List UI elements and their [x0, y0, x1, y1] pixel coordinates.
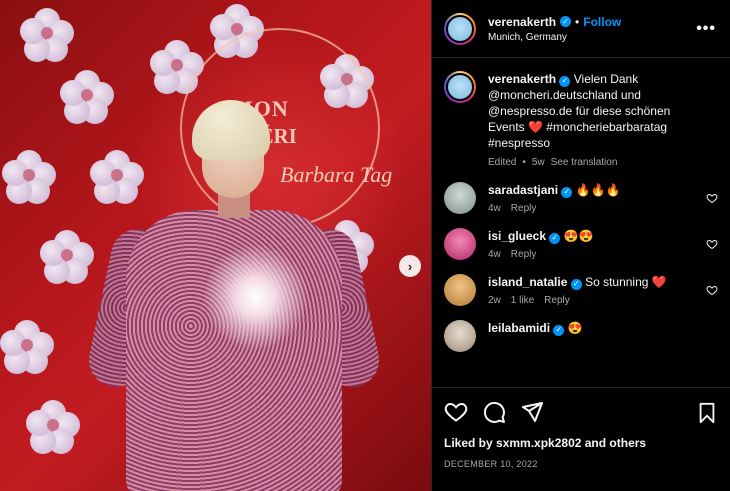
- author-avatar[interactable]: [444, 12, 476, 45]
- comment-text: 🔥🔥🔥: [575, 183, 621, 197]
- post-location[interactable]: Munich, Germany: [488, 32, 621, 43]
- commenter-avatar[interactable]: [444, 320, 476, 352]
- comment-age: 4w: [488, 203, 501, 214]
- post-header: verenakerth ✓ • Follow Munich, Germany •…: [432, 0, 730, 58]
- caption-username[interactable]: verenakerth: [488, 72, 556, 86]
- comment-text: 😍😍: [563, 229, 594, 243]
- caption-age: 5w: [531, 157, 545, 168]
- heart-icon[interactable]: [706, 192, 718, 204]
- see-translation-link[interactable]: See translation: [551, 157, 618, 168]
- bookmark-icon[interactable]: [696, 402, 718, 424]
- reply-button[interactable]: Reply: [544, 295, 570, 306]
- comment-item: island_natalie ✓ So stunning ❤️ 2w 1 lik…: [444, 274, 718, 306]
- comment-text: 😍: [567, 321, 583, 335]
- comment-text: So stunning ❤️: [585, 275, 667, 289]
- comments-list[interactable]: verenakerth ✓ Vielen Dank @moncheri.deut…: [432, 59, 730, 387]
- heart-icon[interactable]: [706, 238, 718, 250]
- next-photo-button[interactable]: ›: [399, 255, 421, 277]
- separator-dot: •: [522, 157, 526, 168]
- person-figure: [83, 92, 385, 491]
- commenter-avatar[interactable]: [444, 182, 476, 214]
- commenter-username[interactable]: leilabamidi: [488, 321, 550, 335]
- instagram-post-modal: MON CHÉRI Barbara Tag › verenakerth ✓ • …: [0, 0, 730, 491]
- post-actions: Liked by sxmm.xpk2802 and others DECEMBE…: [432, 387, 730, 491]
- verified-icon: ✓: [560, 16, 572, 27]
- person-hair: [192, 100, 270, 160]
- reply-button[interactable]: Reply: [511, 203, 537, 214]
- commenter-username[interactable]: isi_glueck: [488, 229, 546, 243]
- comment-age: 2w: [488, 295, 501, 306]
- heart-icon[interactable]: [444, 400, 468, 424]
- flower-decoration: [40, 230, 94, 284]
- commenter-avatar[interactable]: [444, 274, 476, 306]
- comment-item: saradastjani ✓ 🔥🔥🔥 4w Reply: [444, 182, 718, 214]
- heart-icon[interactable]: [706, 284, 718, 296]
- post-sidebar: verenakerth ✓ • Follow Munich, Germany •…: [431, 0, 730, 491]
- likes-suffix[interactable]: and others: [581, 436, 646, 450]
- commenter-username[interactable]: island_natalie: [488, 275, 567, 289]
- comment-icon[interactable]: [482, 400, 506, 424]
- caption-avatar[interactable]: [444, 71, 476, 103]
- chevron-right-icon: ›: [407, 258, 413, 274]
- post-caption: verenakerth ✓ Vielen Dank @moncheri.deut…: [444, 71, 718, 168]
- post-date[interactable]: DECEMBER 10, 2022: [444, 459, 718, 469]
- verified-icon: ✓: [549, 232, 561, 244]
- comment-age: 4w: [488, 249, 501, 260]
- more-icon[interactable]: •••: [696, 20, 716, 38]
- reply-button[interactable]: Reply: [511, 249, 537, 260]
- sequin-dress: [126, 210, 342, 491]
- separator-dot: •: [575, 14, 580, 29]
- liked-by-username[interactable]: sxmm.xpk2802: [496, 436, 581, 450]
- commenter-username[interactable]: saradastjani: [488, 183, 558, 197]
- follow-button[interactable]: Follow: [583, 15, 621, 29]
- likes-summary[interactable]: Liked by sxmm.xpk2802 and others: [444, 436, 718, 450]
- comment-likes[interactable]: 1 like: [511, 295, 534, 306]
- flower-decoration: [2, 150, 56, 204]
- likes-prefix: Liked by: [444, 436, 497, 450]
- verified-icon: ✓: [561, 186, 573, 198]
- author-username[interactable]: verenakerth: [488, 15, 556, 29]
- caption-edited: Edited: [488, 157, 517, 168]
- commenter-avatar[interactable]: [444, 228, 476, 260]
- flower-decoration: [20, 8, 74, 62]
- post-photo[interactable]: MON CHÉRI Barbara Tag ›: [0, 0, 431, 491]
- flower-decoration: [26, 400, 80, 454]
- share-icon[interactable]: [520, 400, 544, 424]
- verified-icon: ✓: [553, 324, 565, 336]
- verified-icon: ✓: [559, 75, 571, 87]
- flower-decoration: [0, 320, 54, 374]
- comment-item: isi_glueck ✓ 😍😍 4w Reply: [444, 228, 718, 260]
- verified-icon: ✓: [570, 278, 582, 290]
- comment-item: leilabamidi ✓ 😍: [444, 320, 718, 352]
